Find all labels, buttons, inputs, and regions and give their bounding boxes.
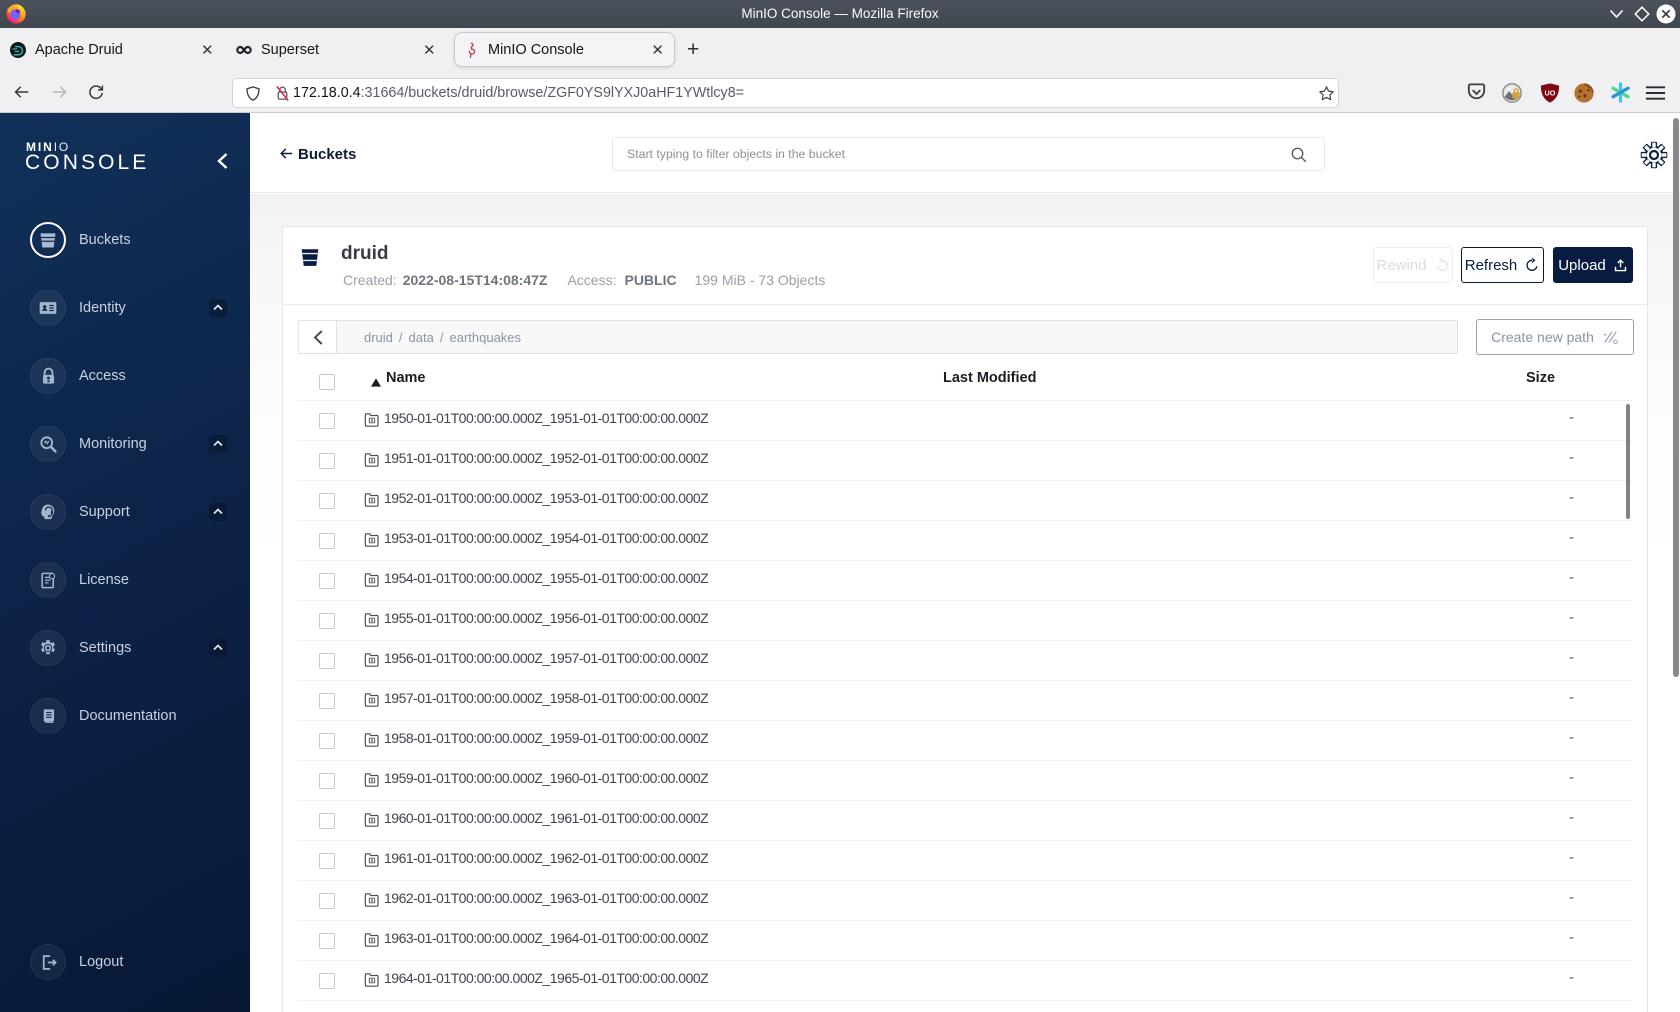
svg-text:UO: UO [1545,88,1556,97]
